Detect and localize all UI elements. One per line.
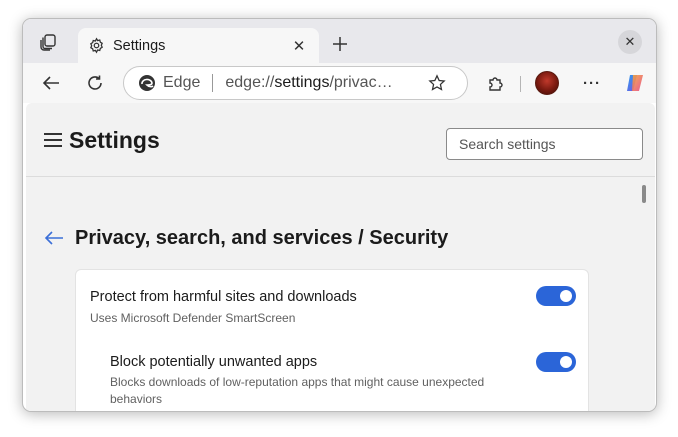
gear-icon (87, 37, 105, 55)
toolbar: Edge edge://settings/privac… ··· (23, 63, 656, 103)
browser-window: Settings ✕ ✕ Edge edge://settings/privac… (22, 18, 657, 412)
window-close-button[interactable]: ✕ (618, 30, 642, 54)
copilot-icon[interactable] (621, 69, 649, 97)
address-url[interactable]: edge://settings/privac… (225, 74, 411, 92)
settings-header: Settings Search settings (26, 103, 655, 177)
toolbar-divider (520, 76, 521, 92)
back-arrow-icon[interactable] (44, 229, 66, 249)
profile-avatar[interactable] (535, 71, 559, 95)
page-title: Settings (69, 127, 160, 153)
setting-description: Blocks downloads of low-reputation apps … (110, 375, 485, 406)
extensions-icon[interactable] (482, 69, 510, 97)
address-divider (212, 74, 214, 92)
security-card: Protect from harmful sites and downloads… (75, 269, 589, 411)
workspaces-icon[interactable] (37, 31, 59, 53)
address-label: Edge (163, 74, 201, 91)
back-icon[interactable] (37, 69, 65, 97)
edge-logo-icon (139, 75, 155, 91)
address-bar[interactable]: Edge edge://settings/privac… (123, 66, 468, 100)
refresh-icon[interactable] (81, 69, 109, 97)
toggle-harmful-sites[interactable] (536, 286, 576, 306)
tab-settings[interactable]: Settings ✕ (78, 28, 319, 63)
menu-icon[interactable] (44, 133, 62, 147)
settings-content: Settings Search settings Privacy, search… (26, 103, 655, 411)
url-prefix: edge:// (225, 74, 275, 91)
setting-description: Uses Microsoft Defender SmartScreen (90, 311, 296, 325)
close-icon[interactable]: ✕ (287, 34, 311, 58)
plus-icon[interactable] (328, 32, 352, 56)
star-icon[interactable] (427, 73, 447, 93)
search-input[interactable]: Search settings (446, 128, 643, 160)
scrollbar[interactable] (642, 185, 646, 203)
tab-title: Settings (113, 37, 166, 54)
more-icon[interactable]: ··· (578, 69, 606, 97)
url-host: settings (274, 74, 330, 91)
section-heading: Privacy, search, and services / Security (75, 227, 449, 249)
setting-title: Protect from harmful sites and downloads (90, 289, 357, 305)
tab-strip: Settings ✕ ✕ (23, 19, 656, 63)
toggle-unwanted-apps[interactable] (536, 352, 576, 372)
url-path: /privac… (329, 74, 393, 91)
setting-title: Block potentially unwanted apps (110, 354, 318, 370)
